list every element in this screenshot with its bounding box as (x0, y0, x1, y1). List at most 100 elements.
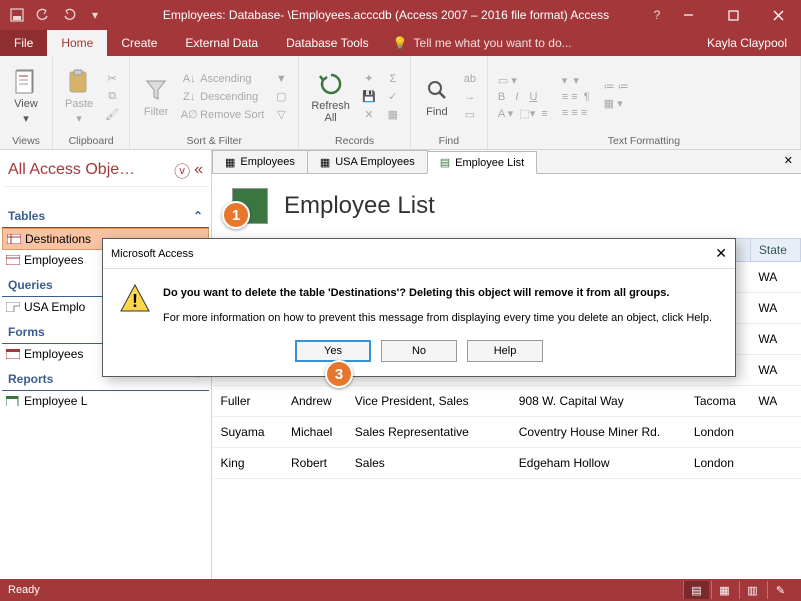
chevron-down-icon[interactable]: ⓥ (174, 158, 190, 182)
tab-external-data[interactable]: External Data (171, 30, 272, 56)
find-button[interactable]: Find (419, 74, 455, 120)
table-icon (7, 234, 21, 244)
document-icon (12, 68, 40, 96)
save-icon[interactable] (8, 6, 26, 24)
close-button[interactable] (756, 0, 801, 30)
tab-home[interactable]: Home (47, 30, 107, 56)
nav-header[interactable]: All Access Obje… ⓥ « (2, 154, 209, 187)
no-button[interactable]: No (381, 340, 457, 362)
table-icon: ▦ (225, 156, 235, 169)
advanced-icon: ▢ (274, 90, 288, 104)
report-view-button[interactable]: ▤ (683, 581, 709, 599)
filter-button[interactable]: Filter (138, 74, 174, 120)
query-icon (6, 302, 20, 312)
table-row[interactable]: SuyamaMichaelSales RepresentativeCoventr… (213, 417, 801, 448)
dialog-title: Microsoft Access (111, 248, 194, 260)
toggle-icon: ▽ (274, 108, 288, 122)
save-record-button[interactable]: 💾 (360, 89, 378, 105)
svg-text:!: ! (132, 291, 138, 311)
group-records: Refresh All ✦ 💾 ✕ Σ ✓ ▦ Records (299, 56, 411, 149)
ribbon-tabs: File Home Create External Data Database … (0, 30, 801, 56)
minimize-button[interactable] (666, 0, 711, 30)
copy-icon: ⧉ (105, 90, 119, 104)
toggle-filter-button[interactable]: ▽ (272, 107, 290, 123)
title-bar: ▾ Employees: Database- \Employees.acccdb… (0, 0, 801, 30)
clipboard-icon (65, 68, 93, 96)
copy-button[interactable]: ⧉ (103, 89, 121, 105)
spelling-button[interactable]: ✓ (384, 89, 402, 105)
qat-dropdown-icon[interactable]: ▾ (86, 6, 104, 24)
layout-view-button[interactable]: ▥ (739, 581, 765, 599)
dialog-close-button[interactable]: ✕ (715, 245, 727, 262)
close-tab-button[interactable]: ✕ (776, 150, 801, 173)
table-icon (6, 255, 20, 265)
tab-database-tools[interactable]: Database Tools (272, 30, 383, 56)
tell-me-search[interactable]: 💡 Tell me what you want to do... (383, 30, 582, 56)
col-state[interactable]: State (750, 239, 800, 262)
help-icon[interactable]: ? (648, 6, 666, 24)
quick-access-toolbar: ▾ (8, 6, 104, 24)
report-icon (6, 396, 20, 406)
confirm-delete-dialog: Microsoft Access ✕ ! Do you want to dele… (102, 238, 736, 377)
doctab-employees[interactable]: ▦Employees (212, 150, 308, 173)
user-name[interactable]: Kayla Claypool (693, 30, 801, 56)
nav-item-employee-list-report[interactable]: Employee L (2, 391, 209, 411)
sort-desc-icon: Z↓ (182, 90, 196, 104)
dialog-subtext: For more information on how to prevent t… (163, 310, 719, 327)
callout-3: 3 (325, 360, 353, 388)
tab-file[interactable]: File (0, 30, 47, 56)
maximize-button[interactable] (711, 0, 756, 30)
table-row[interactable]: FullerAndrewVice President, Sales908 W. … (213, 386, 801, 417)
new-record-button[interactable]: ✦ (360, 71, 378, 87)
doctab-usa-employees[interactable]: ▦USA Employees (307, 150, 428, 173)
advanced-filter-button[interactable]: ▢ (272, 89, 290, 105)
goto-button[interactable]: → (461, 89, 479, 105)
doctab-employee-list[interactable]: ▤Employee List (427, 151, 538, 174)
select-button[interactable]: ▭ (461, 107, 479, 123)
nav-group-tables[interactable]: Tables⌃ (2, 205, 209, 228)
new-icon: ✦ (362, 72, 376, 86)
query-icon: ▦ (320, 156, 330, 169)
print-preview-button[interactable]: ▦ (711, 581, 737, 599)
funnel-icon (142, 76, 170, 104)
help-button[interactable]: Help (467, 340, 543, 362)
delete-record-button[interactable]: ✕ (360, 107, 378, 123)
totals-button[interactable]: Σ (384, 71, 402, 87)
cut-button[interactable]: ✂ (103, 71, 121, 87)
select-icon: ▭ (463, 108, 477, 122)
brush-icon: 🖌 (105, 108, 119, 122)
design-view-button[interactable]: ✎ (767, 581, 793, 599)
nav-search[interactable] (2, 192, 209, 196)
report-icon: ▤ (440, 156, 450, 169)
group-clipboard: Paste▾ ✂ ⧉ 🖌 Clipboard (53, 56, 130, 149)
tab-create[interactable]: Create (107, 30, 171, 56)
selection-filter-button[interactable]: ▼ (272, 71, 290, 87)
lightbulb-icon: 💡 (393, 36, 408, 50)
view-button[interactable]: View▾ (8, 66, 44, 127)
status-text: Ready (8, 584, 40, 596)
search-icon (423, 76, 451, 104)
group-views: View▾ Views (0, 56, 53, 149)
refresh-icon (317, 70, 345, 98)
sort-asc-icon: A↓ (182, 72, 196, 86)
replace-button[interactable]: ab (461, 71, 479, 87)
spelling-icon: ✓ (386, 90, 400, 104)
descending-button[interactable]: Z↓Descending (180, 89, 266, 105)
warning-icon: ! (119, 283, 151, 315)
shutter-icon[interactable]: « (194, 161, 203, 179)
more-button[interactable]: ▦ (384, 107, 402, 123)
delete-icon: ✕ (362, 108, 376, 122)
remove-sort-button[interactable]: A∅Remove Sort (180, 107, 266, 123)
ascending-button[interactable]: A↓Ascending (180, 71, 266, 87)
group-text-formatting: ▭ ▾B I UA ▾ ⬚▾ ≡ ▾ ▾≡ ≡ ¶≡ ≡ ≡ ≔ ≔▦ ▾ Te… (488, 56, 801, 149)
paste-button[interactable]: Paste▾ (61, 66, 97, 127)
form-icon (6, 349, 20, 359)
format-painter-button[interactable]: 🖌 (103, 107, 121, 123)
yes-button[interactable]: Yes (295, 340, 371, 362)
undo-icon[interactable] (34, 6, 52, 24)
redo-icon[interactable] (60, 6, 78, 24)
table-row[interactable]: KingRobertSalesEdgeham HollowLondon (213, 448, 801, 479)
refresh-all-button[interactable]: Refresh All (307, 68, 354, 126)
replace-icon: ab (463, 72, 477, 86)
document-tabs: ▦Employees ▦USA Employees ▤Employee List… (212, 150, 801, 174)
